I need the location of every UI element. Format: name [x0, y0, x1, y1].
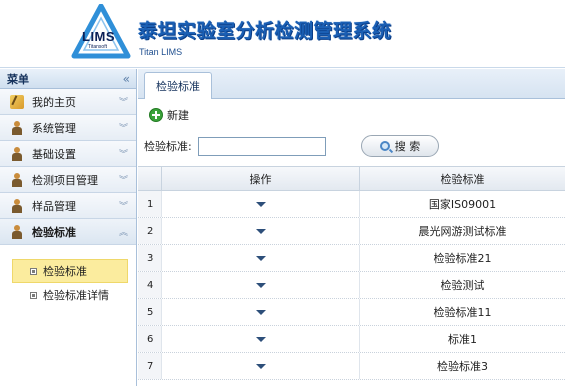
chevron-up-icon: ︽ [118, 228, 128, 238]
sidebar-item-basic-settings[interactable]: 基础设置 ︾ [0, 141, 136, 167]
home-icon [10, 94, 24, 109]
user-icon [10, 224, 24, 239]
standard-cell: 检验标准11 [433, 306, 492, 319]
row-number: 1 [138, 191, 162, 217]
action-cell [162, 326, 360, 352]
search-bar: 检验标准: 搜 索 [138, 131, 565, 161]
sidebar-item-label: 检验标准 [32, 225, 76, 239]
standards-table: 操作 检验标准 1 国家IS09001 2 晨光网游测试标准 3 检验标准 21 … [138, 166, 565, 380]
submenu: 检验标准 检验标准详情 [0, 245, 136, 307]
table-row[interactable]: 4 检验测试 [138, 272, 565, 299]
table-header: 操作 检验标准 [138, 166, 565, 191]
row-number: 7 [138, 353, 162, 379]
logo-subtext: Titansoft [88, 44, 107, 50]
standard-cell: 检验标准3 [437, 360, 488, 373]
chevron-down-icon: ︾ [118, 150, 128, 160]
user-icon [10, 198, 24, 213]
collapse-sidebar-icon[interactable]: « [123, 73, 130, 85]
table-row[interactable]: 6 标准1 [138, 326, 565, 353]
user-icon [10, 120, 24, 135]
dropdown-arrow-icon[interactable] [255, 309, 266, 315]
logo-text: LIMS [82, 29, 116, 44]
table-row[interactable]: 2 晨光网游测试标准 [138, 218, 565, 245]
sidebar-item-test-items[interactable]: 检测项目管理 ︾ [0, 167, 136, 193]
bullet-icon [30, 291, 37, 299]
row-number: 2 [138, 218, 162, 244]
tab-bar: 检验标准 [138, 69, 565, 99]
new-button-label: 新建 [167, 109, 189, 122]
sidebar-item-label: 基础设置 [32, 147, 76, 161]
action-cell [162, 272, 360, 298]
column-header-action: 操作 [162, 167, 360, 190]
dropdown-arrow-icon[interactable] [255, 255, 266, 261]
search-icon [379, 141, 390, 151]
sidebar-item-label: 样品管理 [32, 199, 76, 213]
standard-cell: 国家IS09001 [428, 198, 497, 211]
dropdown-arrow-icon[interactable] [255, 201, 266, 207]
sidebar-item-label: 系统管理 [32, 121, 76, 135]
row-number: 3 [138, 245, 162, 271]
dropdown-arrow-icon[interactable] [255, 228, 266, 234]
submenu-item-standard-details[interactable]: 检验标准详情 [0, 283, 136, 307]
dropdown-arrow-icon[interactable] [255, 363, 266, 369]
table-row[interactable]: 3 检验标准21 [138, 245, 565, 272]
submenu-item-label: 检验标准详情 [43, 289, 109, 302]
row-number: 5 [138, 299, 162, 325]
sidebar-item-label: 我的主页 [32, 95, 76, 109]
submenu-item-standards[interactable]: 检验标准 [12, 259, 128, 283]
table-row[interactable]: 7 检验标准3 [138, 353, 565, 380]
standard-cell: 检验标准21 [433, 252, 492, 265]
sidebar-item-label: 检测项目管理 [32, 173, 98, 187]
app-header: LIMS Titansoft 泰坦实验室分析检测管理系统 Titan LIMS [0, 0, 565, 68]
search-input[interactable] [197, 136, 326, 156]
standard-cell: 检验测试 [440, 279, 485, 292]
tab-inspection-standards[interactable]: 检验标准 [144, 72, 212, 99]
sidebar-item-inspection-standards[interactable]: 检验标准 ︽ [0, 219, 136, 245]
chevron-down-icon: ︾ [118, 176, 128, 186]
search-button[interactable]: 搜 索 [361, 135, 439, 157]
sidebar-item-sample-management[interactable]: 样品管理 ︾ [0, 193, 136, 219]
add-icon [149, 108, 163, 122]
sidebar-header: 菜单 « [0, 69, 136, 89]
table-row[interactable]: 1 国家IS09001 [138, 191, 565, 218]
toolbar: 新建 [138, 99, 565, 131]
dropdown-arrow-icon[interactable] [255, 282, 266, 288]
user-icon [10, 146, 24, 161]
table-row[interactable]: 5 检验标准11 [138, 299, 565, 326]
sidebar-item-home[interactable]: 我的主页 ︾ [0, 89, 136, 115]
column-header-row-number [138, 167, 162, 190]
chevron-down-icon: ︾ [118, 202, 128, 212]
row-number: 4 [138, 272, 162, 298]
sidebar-menu: 菜单 « 我的主页 ︾ 系统管理 ︾ 基础设置 ︾ 检测项目管理 ︾ 样品管理 … [0, 69, 137, 386]
bullet-icon [30, 267, 37, 275]
standard-cell: 晨光网游测试标准 [418, 225, 507, 238]
dropdown-arrow-icon[interactable] [255, 336, 266, 342]
sidebar-item-system-management[interactable]: 系统管理 ︾ [0, 115, 136, 141]
sidebar-title: 菜单 [7, 72, 29, 86]
chevron-down-icon: ︾ [118, 98, 128, 108]
new-button[interactable]: 新建 [149, 107, 189, 123]
column-header-standard: 检验标准 [440, 172, 485, 186]
app-subtitle: Titan LIMS [139, 47, 183, 57]
action-cell [162, 245, 360, 271]
chevron-down-icon: ︾ [118, 124, 128, 134]
action-cell [162, 191, 360, 217]
action-cell [162, 299, 360, 325]
action-cell [162, 353, 360, 379]
main-content: 检验标准 新建 检验标准: 搜 索 操作 检验标准 1 国家IS09001 2 … [138, 69, 565, 386]
app-title: 泰坦实验室分析检测管理系统 [138, 20, 392, 42]
row-number: 6 [138, 326, 162, 352]
search-label: 检验标准: [144, 140, 192, 153]
user-icon [10, 172, 24, 187]
search-button-label: 搜 索 [394, 140, 421, 153]
action-cell [162, 218, 360, 244]
submenu-item-label: 检验标准 [43, 265, 87, 278]
standard-cell: 标准1 [448, 333, 477, 346]
